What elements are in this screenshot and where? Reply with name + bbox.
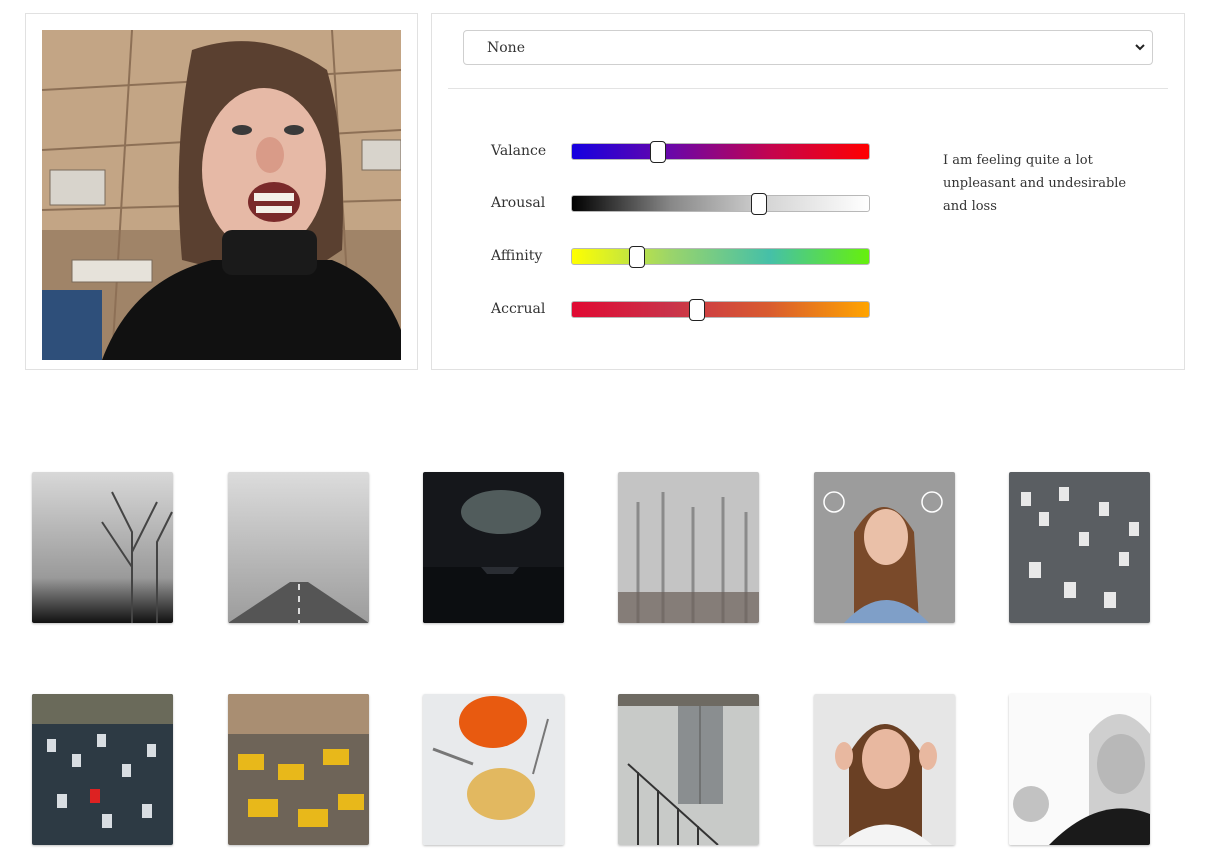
control-panel: None Valance Arousal Affinity Accrual I …: [431, 13, 1185, 370]
misty-forest-photo[interactable]: [618, 472, 759, 623]
pensive-woman-photo[interactable]: [814, 472, 955, 623]
valance-slider[interactable]: [571, 141, 870, 163]
affinity-slider[interactable]: [571, 246, 870, 268]
accrual-label: Accrual: [491, 301, 546, 317]
affinity-label: Affinity: [491, 248, 543, 264]
valance-slider-thumb[interactable]: [650, 141, 667, 163]
dark-lake-boat-photo[interactable]: [423, 472, 564, 623]
mood-select[interactable]: None: [463, 30, 1153, 65]
highway-traffic-photo[interactable]: [1009, 472, 1150, 623]
valance-label: Valance: [491, 143, 547, 159]
angry-woman-photo: [42, 30, 401, 360]
affinity-slider-thumb[interactable]: [629, 246, 646, 268]
arousal-slider-thumb[interactable]: [751, 193, 768, 215]
foggy-trees-photo[interactable]: [32, 472, 173, 623]
feeling-description: I am feeling quite a lot unpleasant and …: [943, 153, 1127, 214]
spilled-food-plate-photo[interactable]: [423, 694, 564, 845]
foggy-road-photo[interactable]: [228, 472, 369, 623]
chevron-down-icon: [1135, 44, 1145, 51]
accrual-slider[interactable]: [571, 299, 870, 321]
accrual-slider-thumb[interactable]: [688, 299, 705, 321]
woman-covering-ears-photo[interactable]: [814, 694, 955, 845]
elevator-stairs-photo[interactable]: [618, 694, 759, 845]
arousal-slider[interactable]: [571, 193, 870, 215]
divider: [448, 88, 1168, 89]
angry-fist-woman-photo[interactable]: [1009, 694, 1150, 845]
arousal-label: Arousal: [491, 195, 546, 211]
mood-select-value: None: [487, 40, 525, 56]
yellow-buses-traffic-photo[interactable]: [228, 694, 369, 845]
photo-panel: [25, 13, 418, 370]
city-traffic-jam-photo[interactable]: [32, 694, 173, 845]
